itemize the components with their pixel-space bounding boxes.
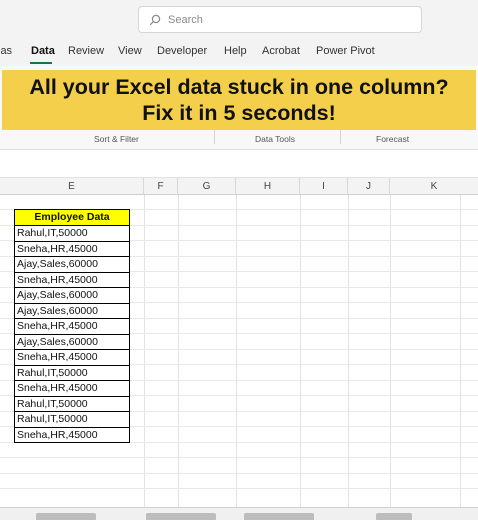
group-sort-filter[interactable]: Sort & Filter bbox=[94, 134, 139, 144]
grid-line bbox=[144, 195, 145, 507]
table-cell[interactable]: Sneha,HR,45000 bbox=[15, 241, 130, 257]
tab-acrobat[interactable]: Acrobat bbox=[262, 45, 300, 57]
grid-line bbox=[390, 195, 391, 507]
table-cell[interactable]: Rahul,IT,50000 bbox=[15, 396, 130, 412]
ribbon-tabs: las Data Review View Developer Help Acro… bbox=[0, 40, 478, 66]
sheet-tabs-bar bbox=[0, 507, 478, 520]
grid-line bbox=[348, 195, 349, 507]
grid-line bbox=[0, 488, 478, 489]
sheet-tab[interactable] bbox=[146, 513, 216, 520]
column-header-e[interactable]: E bbox=[0, 178, 144, 195]
column-header-g[interactable]: G bbox=[178, 178, 236, 195]
group-forecast[interactable]: Forecast bbox=[376, 134, 409, 144]
sheet-tab[interactable] bbox=[244, 513, 314, 520]
group-data-tools[interactable]: Data Tools bbox=[255, 134, 295, 144]
table-cell[interactable]: Ajay,Sales,60000 bbox=[15, 288, 130, 304]
table-cell[interactable]: Sneha,HR,45000 bbox=[15, 350, 130, 366]
tab-power-pivot[interactable]: Power Pivot bbox=[316, 45, 375, 57]
grid-line bbox=[0, 457, 478, 458]
grid-line bbox=[178, 195, 179, 507]
table-cell[interactable]: Rahul,IT,50000 bbox=[15, 365, 130, 381]
grid-line bbox=[460, 195, 461, 507]
search-placeholder: Search bbox=[168, 13, 203, 26]
table-cell[interactable]: Ajay,Sales,60000 bbox=[15, 257, 130, 273]
tab-data[interactable]: Data bbox=[31, 45, 55, 57]
formula-bar-area bbox=[0, 151, 478, 178]
column-header-j[interactable]: J bbox=[348, 178, 390, 195]
tab-view[interactable]: View bbox=[118, 45, 142, 57]
table-header-cell[interactable]: Employee Data bbox=[15, 210, 130, 226]
column-header-f[interactable]: F bbox=[144, 178, 178, 195]
active-tab-indicator bbox=[30, 62, 52, 64]
table-cell[interactable]: Ajay,Sales,60000 bbox=[15, 303, 130, 319]
employee-data-table: Employee Data Rahul,IT,50000 Sneha,HR,45… bbox=[14, 209, 130, 443]
column-header-k[interactable]: K bbox=[390, 178, 478, 195]
column-headers: E F G H I J K bbox=[0, 178, 478, 195]
grid-line bbox=[300, 195, 301, 507]
title-bar: Search bbox=[0, 0, 478, 40]
tab-formulas[interactable]: las bbox=[0, 45, 12, 57]
table-cell[interactable]: Sneha,HR,45000 bbox=[15, 427, 130, 443]
tab-help[interactable]: Help bbox=[224, 45, 247, 57]
banner-line-2: Fix it in 5 seconds! bbox=[142, 101, 336, 125]
search-icon bbox=[149, 14, 161, 25]
table-cell[interactable]: Sneha,HR,45000 bbox=[15, 319, 130, 335]
sheet-tab[interactable] bbox=[376, 513, 412, 520]
tab-developer[interactable]: Developer bbox=[157, 45, 207, 57]
column-header-h[interactable]: H bbox=[236, 178, 300, 195]
promo-banner: All your Excel data stuck in one column?… bbox=[2, 70, 476, 130]
table-cell[interactable]: Sneha,HR,45000 bbox=[15, 381, 130, 397]
grid-line bbox=[0, 473, 478, 474]
grid-line bbox=[236, 195, 237, 507]
banner-line-1: All your Excel data stuck in one column? bbox=[29, 75, 449, 99]
column-header-i[interactable]: I bbox=[300, 178, 348, 195]
search-box[interactable]: Search bbox=[138, 6, 422, 33]
table-cell[interactable]: Rahul,IT,50000 bbox=[15, 226, 130, 242]
table-cell[interactable]: Rahul,IT,50000 bbox=[15, 412, 130, 428]
sheet-tab[interactable] bbox=[36, 513, 96, 520]
tab-review[interactable]: Review bbox=[68, 45, 104, 57]
table-cell[interactable]: Ajay,Sales,60000 bbox=[15, 334, 130, 350]
table-cell[interactable]: Sneha,HR,45000 bbox=[15, 272, 130, 288]
